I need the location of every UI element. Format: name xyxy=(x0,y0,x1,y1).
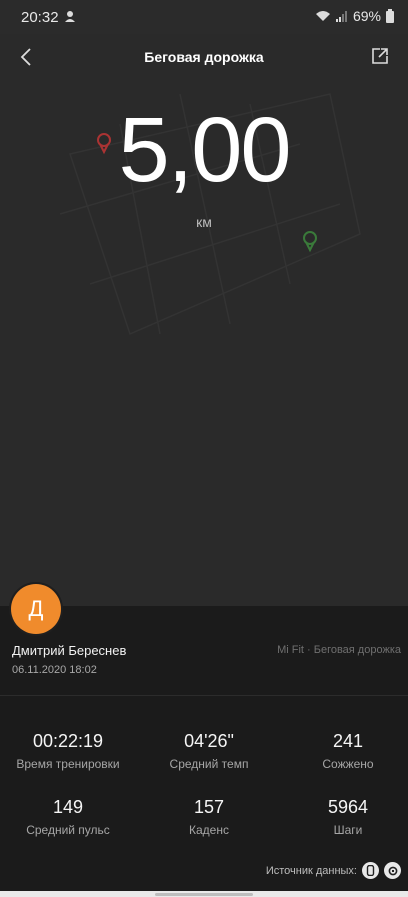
stat-cadence: 157 Каденс xyxy=(141,797,277,837)
signal-icon xyxy=(335,11,347,22)
stat-label: Средний пульс xyxy=(26,823,110,837)
notification-icon xyxy=(65,11,75,22)
stat-value: 241 xyxy=(332,731,364,751)
stat-heart-rate: 149 Средний пульс xyxy=(0,797,136,837)
stat-value: 149 xyxy=(52,797,84,817)
page-title: Беговая дорожка xyxy=(144,49,264,65)
data-source: Источник данных: xyxy=(266,862,401,879)
stat-steps: 5964 Шаги xyxy=(280,797,408,837)
user-name: Дмитрий Береснев xyxy=(12,643,127,658)
stat-duration: 00:22:19 Время тренировки xyxy=(0,731,136,771)
stat-value: 00:22:19 xyxy=(32,731,104,751)
mi-fit-app-icon[interactable] xyxy=(384,862,401,879)
home-indicator[interactable] xyxy=(155,893,253,896)
stat-label: Каденс xyxy=(189,823,229,837)
avatar[interactable]: Д xyxy=(11,584,61,634)
share-icon[interactable] xyxy=(371,47,389,65)
stat-calories: 241 Сожжено xyxy=(280,731,408,771)
battery-icon xyxy=(386,9,394,23)
stat-value: 5964 xyxy=(327,797,369,817)
status-time: 20:32 xyxy=(21,9,59,26)
stat-value: 04'26" xyxy=(184,731,234,751)
distance-unit: км xyxy=(196,214,212,230)
distance-value: 5,00 xyxy=(118,99,291,201)
stat-label: Сожжено xyxy=(322,757,374,771)
status-bar: 20:32 69% xyxy=(0,0,408,34)
divider xyxy=(0,695,408,696)
wifi-icon xyxy=(315,11,330,21)
status-indicators: 69% xyxy=(315,8,394,24)
workout-source: Mi Fit · Беговая дорожка xyxy=(277,644,401,656)
band-device-icon[interactable] xyxy=(362,862,379,879)
stat-label: Средний темп xyxy=(169,757,249,771)
battery-percent: 69% xyxy=(352,8,381,24)
stat-pace: 04'26" Средний темп xyxy=(141,731,277,771)
stat-label: Время тренировки xyxy=(16,757,120,771)
data-source-label: Источник данных: xyxy=(265,864,357,877)
end-marker xyxy=(303,231,317,253)
stat-label: Шаги xyxy=(333,823,363,837)
stat-value: 157 xyxy=(193,797,225,817)
workout-date: 06.11.2020 18:02 xyxy=(12,664,97,676)
